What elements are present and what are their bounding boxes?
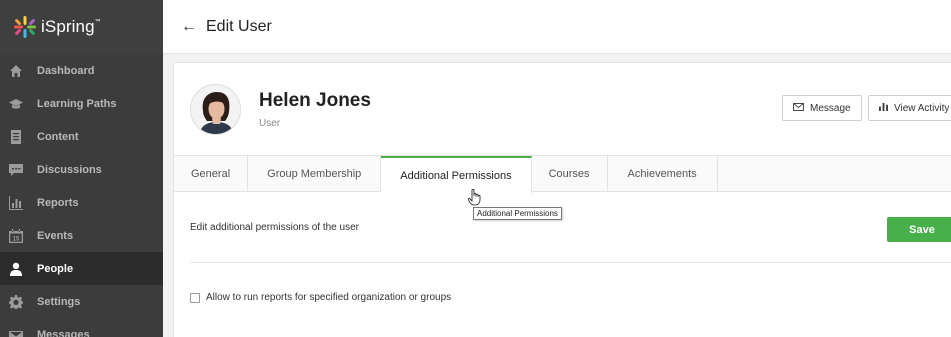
envelope-icon [793,102,804,114]
divider [190,262,951,263]
home-icon [9,64,23,78]
person-icon [9,262,23,276]
sidebar-item-label: Discussions [37,163,102,176]
graduation-cap-icon [9,97,23,111]
sidebar-item-discussions[interactable]: Discussions [0,153,163,186]
ispring-logo-icon [14,16,36,38]
avatar [190,83,241,135]
sidebar-item-label: Content [37,130,79,143]
calendar-icon: 15 [9,228,23,243]
page-header: ← Edit User [163,0,951,54]
sidebar: iSpring™ Dashboard Learning Paths Conten… [0,0,163,337]
user-header: Helen Jones User Message View Activity [174,63,951,156]
page-title: Edit User [206,17,272,35]
section-description: Edit additional permissions of the user [190,222,359,233]
permission-option[interactable]: Allow to run reports for specified organ… [190,292,451,303]
message-button-label: Message [810,102,851,114]
brand-logo[interactable]: iSpring™ [0,0,163,54]
document-icon [9,129,23,144]
sidebar-item-content[interactable]: Content [0,120,163,153]
bar-chart-icon [9,195,23,210]
message-button[interactable]: Message [782,95,862,121]
svg-text:15: 15 [13,236,20,242]
hand-cursor-icon [468,189,481,206]
view-activity-button[interactable]: View Activity [868,95,951,121]
save-button[interactable]: Save [887,217,951,242]
bar-chart-icon [879,102,888,114]
user-info: Helen Jones User [259,90,371,129]
run-reports-checkbox[interactable] [190,292,200,303]
sidebar-item-label: Reports [37,196,79,209]
sidebar-item-events[interactable]: 15 Events [0,219,163,252]
sidebar-item-learning-paths[interactable]: Learning Paths [0,87,163,120]
tab-achievements[interactable]: Achievements [607,156,718,191]
view-activity-button-label: View Activity [894,102,950,114]
tab-group-membership[interactable]: Group Membership [248,156,382,191]
tooltip: Additional Permissions [473,207,562,220]
user-name: Helen Jones [259,89,371,111]
sidebar-item-label: Dashboard [37,64,95,77]
tab-bar: General Group Membership Additional Perm… [174,156,951,193]
tab-additional-permissions[interactable]: Additional Permissions [381,156,532,193]
sidebar-item-reports[interactable]: Reports [0,186,163,219]
sidebar-item-label: Events [37,229,74,242]
run-reports-label: Allow to run reports for specified organ… [206,292,452,303]
tab-courses[interactable]: Courses [531,156,608,191]
sidebar-item-people[interactable]: People [0,252,163,285]
chat-icon [9,163,23,177]
envelope-icon [9,328,23,337]
tab-general[interactable]: General [174,156,249,191]
user-role: User [259,117,281,129]
back-arrow-icon[interactable]: ← [181,18,197,36]
sidebar-item-label: Learning Paths [37,97,117,110]
gear-icon [9,294,23,309]
sidebar-item-label: Messages [37,328,90,337]
sidebar-item-dashboard[interactable]: Dashboard [0,54,163,87]
brand-name: iSpring™ [41,17,101,36]
sidebar-item-label: People [37,262,74,275]
sidebar-item-settings[interactable]: Settings [0,285,163,318]
sidebar-item-messages[interactable]: Messages [0,318,163,337]
sidebar-item-label: Settings [37,295,81,308]
